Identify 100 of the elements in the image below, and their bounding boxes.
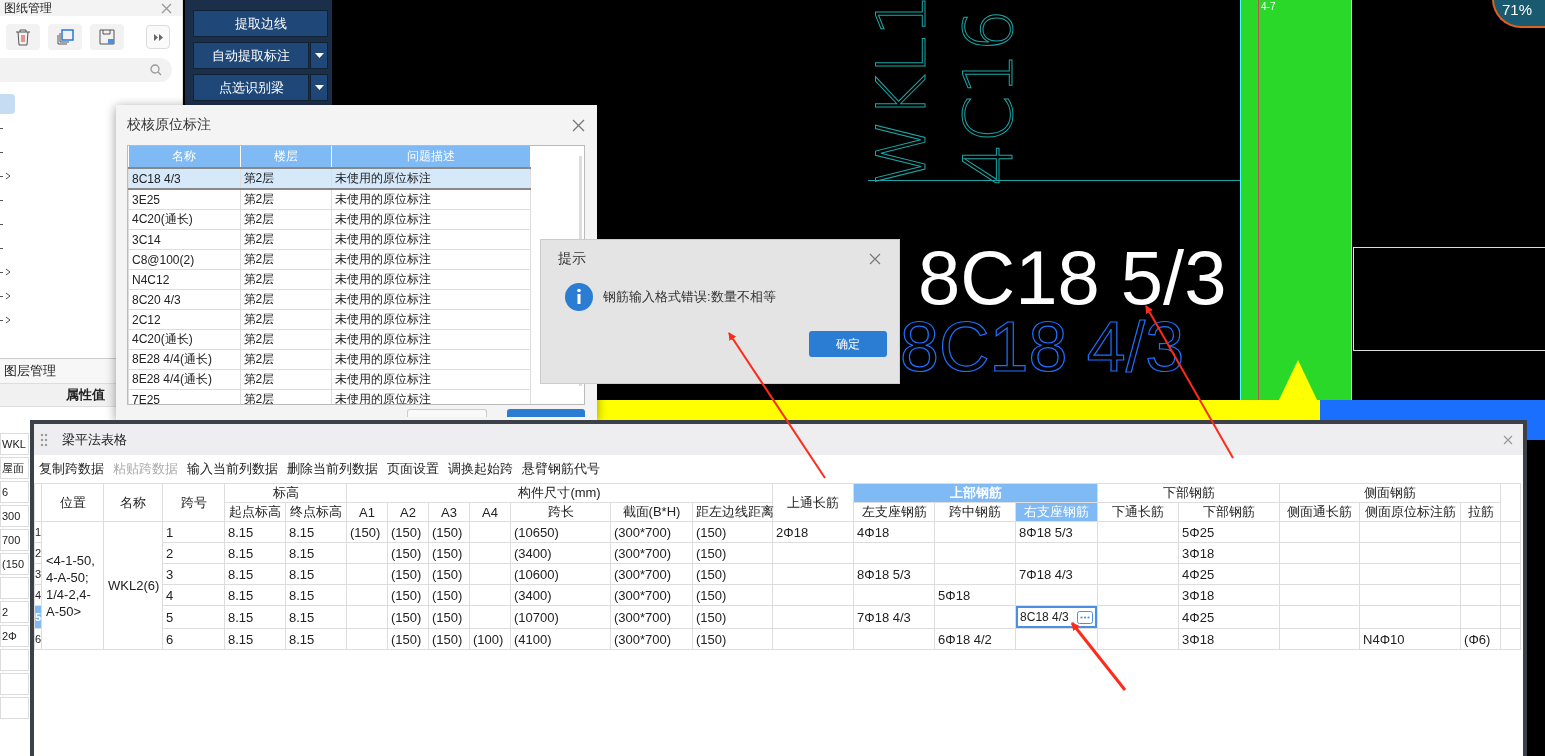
table-cell: 4Φ25: [1178, 605, 1280, 629]
column-header[interactable]: 侧面钢筋: [1279, 483, 1501, 503]
column-header[interactable]: A4: [469, 502, 511, 522]
close-icon[interactable]: [572, 118, 585, 132]
tool-button[interactable]: 提取边线: [193, 10, 328, 37]
table-cell: 未使用的原位标注: [331, 309, 531, 330]
table-cell: 第2层: [240, 329, 332, 350]
table-cell: 8.15: [285, 628, 347, 650]
column-header[interactable]: A3: [428, 502, 470, 522]
column-header[interactable]: 标高: [224, 483, 347, 503]
table-row[interactable]: 2C12 第2层 未使用的原位标注: [128, 309, 531, 330]
chevron-icon[interactable]: [5, 292, 11, 300]
dropdown-button[interactable]: [310, 74, 328, 101]
toolbar-button[interactable]: 页面设置: [384, 460, 445, 478]
tool-button[interactable]: 点选识别梁: [193, 74, 309, 101]
row-number[interactable]: 1: [34, 521, 42, 543]
cell-input[interactable]: 8C18 4/3: [1016, 606, 1098, 628]
toolbar-button[interactable]: 调换起始跨: [445, 460, 519, 478]
more-button[interactable]: [146, 25, 170, 49]
close-icon[interactable]: [161, 2, 172, 14]
property-field[interactable]: [0, 577, 29, 599]
save-button[interactable]: [90, 24, 124, 50]
toolbar-button[interactable]: 输入当前列数据: [184, 460, 284, 478]
close-icon[interactable]: [1503, 434, 1513, 445]
column-header[interactable]: 终点标高: [285, 502, 347, 522]
delete-button[interactable]: [6, 24, 40, 50]
column-header[interactable]: 截面(B*H): [610, 502, 693, 522]
table-cell: (150): [692, 605, 773, 629]
table-row[interactable]: 8E28 4/4(通长) 第2层 未使用的原位标注: [128, 369, 531, 390]
search-field[interactable]: [0, 58, 172, 82]
property-field[interactable]: 700: [0, 529, 29, 551]
drag-handle-icon[interactable]: [40, 432, 48, 447]
property-field[interactable]: 屋面: [0, 457, 29, 479]
table-cell: (300*700): [610, 605, 693, 629]
toolbar-button[interactable]: 复制跨数据: [36, 460, 110, 478]
dialog-title: 提示: [558, 250, 586, 268]
ok-button[interactable]: 确定: [809, 331, 887, 357]
table-row[interactable]: 4C20(通长) 第2层 未使用的原位标注: [128, 329, 531, 350]
chevron-icon[interactable]: [5, 268, 11, 276]
property-field[interactable]: [0, 673, 29, 695]
table-row[interactable]: 3C14 第2层 未使用的原位标注: [128, 229, 531, 250]
property-field[interactable]: (150: [0, 553, 29, 575]
column-header[interactable]: 跨中钢筋: [934, 502, 1016, 522]
table-cell: 7Φ18 4/3: [853, 605, 935, 629]
property-field[interactable]: 6: [0, 481, 29, 503]
property-field[interactable]: [0, 649, 29, 671]
table-cell: 8.15: [224, 605, 286, 629]
toolbar-button[interactable]: 悬臂钢筋代号: [519, 460, 606, 478]
panel-title: 图纸管理: [4, 1, 52, 15]
chevron-icon[interactable]: [5, 316, 11, 324]
column-header[interactable]: A1: [346, 502, 388, 522]
column-header[interactable]: 距左边线距离: [692, 502, 773, 522]
table-row[interactable]: 8E28 4/4(通长) 第2层 未使用的原位标注: [128, 349, 531, 370]
column-header[interactable]: 名称: [103, 483, 163, 522]
table-row[interactable]: 8C18 4/3 第2层 未使用的原位标注: [128, 168, 531, 189]
column-header[interactable]: 侧面通长筋: [1279, 502, 1360, 522]
table-row[interactable]: 8C20 4/3 第2层 未使用的原位标注: [128, 289, 531, 310]
property-field[interactable]: 2: [0, 601, 29, 623]
table-cell: (150): [387, 521, 429, 543]
row-number[interactable]: 2: [34, 542, 42, 564]
column-header[interactable]: 侧面原位标注筋: [1359, 502, 1461, 522]
row-number[interactable]: 3: [34, 563, 42, 585]
tool-button[interactable]: 自动提取标注: [193, 42, 309, 69]
column-header[interactable]: 拉筋: [1460, 502, 1501, 522]
column-header: 属性值: [66, 386, 105, 404]
toolbar-button[interactable]: 删除当前列数据: [284, 460, 384, 478]
property-field[interactable]: WKL: [0, 433, 29, 455]
column-header[interactable]: 构件尺寸(mm): [346, 483, 773, 503]
column-header[interactable]: 下部钢筋: [1178, 502, 1280, 522]
table-row[interactable]: N4C12 第2层 未使用的原位标注: [128, 269, 531, 290]
dropdown-button[interactable]: [310, 42, 328, 69]
window-title: 梁平法表格: [62, 430, 128, 449]
table-cell: 1: [162, 521, 225, 543]
property-field[interactable]: 2Φ: [0, 625, 29, 647]
column-header[interactable]: 跨号: [162, 483, 225, 522]
property-field[interactable]: 300: [0, 505, 29, 527]
row-number[interactable]: 6: [34, 628, 42, 650]
chevron-icon[interactable]: [5, 172, 11, 180]
column-header[interactable]: 跨长: [510, 502, 611, 522]
column-header[interactable]: 下通长筋: [1097, 502, 1179, 522]
column-header[interactable]: A2: [387, 502, 429, 522]
table-cell: 未使用的原位标注: [331, 189, 531, 210]
table-cell: 8.15: [224, 628, 286, 650]
property-field[interactable]: [0, 697, 29, 719]
trash-icon: [15, 28, 31, 46]
table-cell: 未使用的原位标注: [331, 229, 531, 250]
row-number[interactable]: 4: [34, 584, 42, 606]
table-cell: (150): [692, 563, 773, 585]
column-header[interactable]: 左支座钢筋: [853, 502, 935, 522]
copy-button[interactable]: [48, 24, 82, 50]
column-header[interactable]: 位置: [41, 483, 104, 522]
close-icon[interactable]: [869, 253, 881, 265]
table-row[interactable]: 4C20(通长) 第2层 未使用的原位标注: [128, 209, 531, 230]
table-row[interactable]: 3E25 第2层 未使用的原位标注: [128, 189, 531, 210]
column-header[interactable]: 下部钢筋: [1097, 483, 1280, 503]
table-cell: (10600): [510, 563, 611, 585]
table-cell: 第2层: [240, 229, 332, 250]
more-icon[interactable]: [1077, 610, 1094, 624]
table-row[interactable]: C8@100(2) 第2层 未使用的原位标注: [128, 249, 531, 270]
column-header[interactable]: 起点标高: [224, 502, 286, 522]
